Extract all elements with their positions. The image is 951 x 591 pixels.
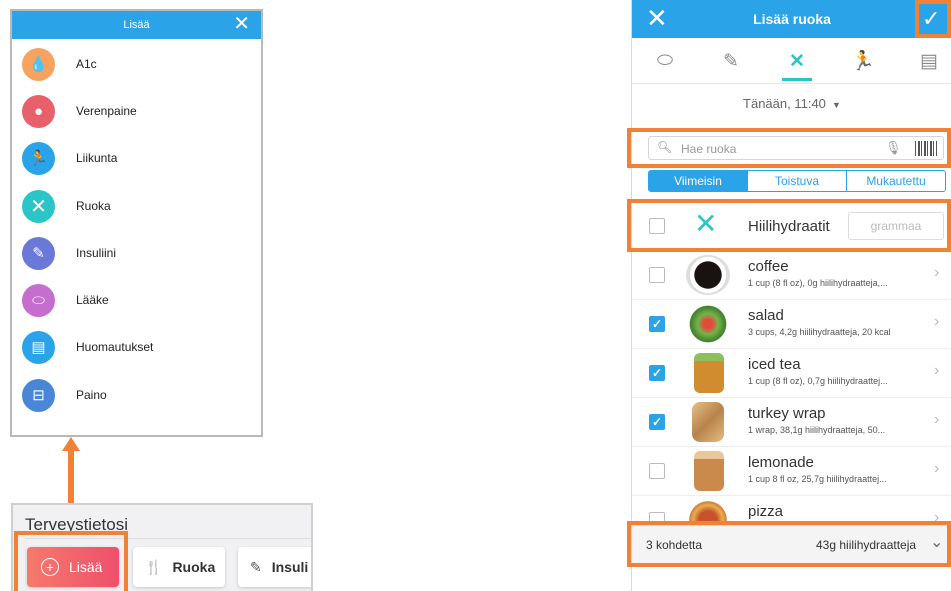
fork-knife-icon: ✕: [22, 189, 55, 223]
coffee-image: [686, 255, 730, 295]
food-description: 1 wrap, 38,1g hiilihydraatteja, 50...: [748, 425, 886, 435]
list-filter-segments: Viimeisin Toistuva Mukautettu: [648, 170, 946, 192]
food-row-salad[interactable]: ✓ salad 3 cups, 4,2g hiilihydraatteja, 2…: [632, 300, 951, 349]
datetime-value: Tänään, 11:40: [743, 96, 826, 111]
menu-item-medication[interactable]: ⬭ Lääke: [22, 280, 109, 320]
summary-highlight: [627, 521, 951, 567]
food-checkbox[interactable]: ✓: [649, 365, 665, 381]
scale-icon: ⊟: [22, 378, 55, 412]
segment-frequent[interactable]: Toistuva: [748, 171, 847, 191]
menu-item-label: Verenpaine: [76, 104, 137, 118]
menu-item-weight[interactable]: ⊟ Paino: [22, 375, 107, 415]
food-description: 1 cup (8 fl oz), 0g hiilihydraatteja,...: [748, 278, 888, 288]
syringe-icon: ✎: [22, 236, 55, 270]
menu-item-label: Insuliini: [76, 246, 117, 260]
confirm-highlight: [915, 0, 951, 38]
blood-drop-icon: ●: [22, 94, 55, 128]
menu-header: Lisää ✕: [12, 11, 261, 39]
screen-header: ✕ Lisää ruoka ✓: [632, 0, 951, 38]
menu-item-a1c[interactable]: 💧 A1c: [22, 44, 97, 84]
screen-title: Lisää ruoka: [753, 11, 831, 27]
menu-item-label: Liikunta: [76, 151, 118, 165]
menu-item-label: A1c: [76, 57, 97, 71]
search-highlight: [627, 128, 951, 168]
food-row-turkey-wrap[interactable]: ✓ turkey wrap 1 wrap, 38,1g hiilihydraat…: [632, 398, 951, 447]
drop-icon: 💧: [22, 47, 55, 81]
active-tab-indicator: [782, 78, 812, 81]
food-name: salad: [748, 307, 784, 324]
food-name: pizza: [748, 503, 784, 520]
category-tabs: ⬭ ✎ ✕ 🏃 ▤: [632, 38, 951, 84]
segment-recent[interactable]: Viimeisin: [649, 171, 748, 191]
carbs-row-highlight: [627, 199, 951, 252]
chevron-right-icon: ›: [934, 264, 940, 281]
caret-down-icon: ▼: [829, 100, 841, 110]
syringe-icon[interactable]: ✎: [716, 46, 746, 76]
segment-custom[interactable]: Mukautettu: [847, 171, 945, 191]
syringe-icon: ✎: [250, 558, 262, 575]
insulin-chip-label: Insuli: [271, 559, 309, 575]
food-name: coffee: [748, 258, 789, 275]
menu-title: Lisää: [123, 19, 150, 31]
fork-knife-icon[interactable]: ✕: [782, 46, 812, 76]
running-icon[interactable]: 🏃: [848, 46, 878, 76]
food-description: 3 cups, 4,2g hiilihydraatteja, 20 kcal: [748, 327, 891, 337]
food-checkbox[interactable]: ✓: [649, 316, 665, 332]
chevron-right-icon: ›: [934, 313, 940, 330]
menu-item-label: Huomautukset: [76, 340, 154, 354]
food-chip-label: Ruoka: [172, 559, 216, 575]
add-food-screen: ✕ Lisää ruoka ✓ ⬭ ✎ ✕ 🏃 ▤ Tänään, 11:40 …: [631, 0, 951, 591]
food-row-coffee[interactable]: coffee 1 cup (8 fl oz), 0g hiilihydraatt…: [632, 251, 951, 300]
menu-item-notes[interactable]: ▤ Huomautukset: [22, 327, 153, 367]
turkey-wrap-image: [692, 402, 724, 442]
food-checkbox[interactable]: [649, 463, 665, 479]
menu-item-exercise[interactable]: 🏃 Liikunta: [22, 138, 117, 178]
menu-item-label: Paino: [76, 388, 107, 402]
pill-icon: ⬭: [22, 283, 55, 317]
food-row-lemonade[interactable]: lemonade 1 cup 8 fl oz, 25,7g hiilihydra…: [632, 447, 951, 496]
fork-knife-icon: 🍴: [145, 558, 163, 575]
food-row-iced-tea[interactable]: ✓ iced tea 1 cup (8 fl oz), 0,7g hiilihy…: [632, 349, 951, 398]
insulin-chip[interactable]: ✎ Insuli: [238, 547, 311, 587]
menu-item-insulin[interactable]: ✎ Insuliini: [22, 233, 116, 273]
chevron-right-icon: ›: [934, 411, 940, 428]
chevron-right-icon: ›: [934, 362, 940, 379]
running-icon: 🏃: [22, 141, 55, 175]
close-icon[interactable]: ✕: [233, 14, 250, 34]
menu-item-label: Lääke: [76, 293, 109, 307]
pill-icon[interactable]: ⬭: [650, 46, 680, 76]
food-checkbox[interactable]: ✓: [649, 414, 665, 430]
lemonade-image: [694, 451, 724, 491]
salad-image: [686, 304, 730, 344]
menu-item-blood-pressure[interactable]: ● Verenpaine: [22, 91, 137, 131]
add-menu-panel: Lisää ✕ 💧 A1c ● Verenpaine 🏃 Liikunta ✕ …: [10, 9, 263, 437]
notes-icon[interactable]: ▤: [914, 46, 944, 76]
food-description: 1 cup 8 fl oz, 25,7g hiilihydraattej...: [748, 474, 887, 484]
menu-item-food[interactable]: ✕ Ruoka: [22, 186, 111, 226]
food-name: iced tea: [748, 356, 801, 373]
food-chip[interactable]: 🍴 Ruoka: [133, 547, 225, 587]
iced-tea-image: [694, 353, 724, 393]
chevron-right-icon: ›: [934, 460, 940, 477]
notes-icon: ▤: [22, 330, 55, 364]
food-name: turkey wrap: [748, 405, 826, 422]
datetime-selector[interactable]: Tänään, 11:40 ▼: [632, 96, 951, 111]
menu-item-label: Ruoka: [76, 199, 111, 213]
food-checkbox[interactable]: [649, 267, 665, 283]
food-description: 1 cup (8 fl oz), 0,7g hiilihydraattej...: [748, 376, 888, 386]
food-name: lemonade: [748, 454, 814, 471]
add-button-highlight: [14, 531, 128, 591]
